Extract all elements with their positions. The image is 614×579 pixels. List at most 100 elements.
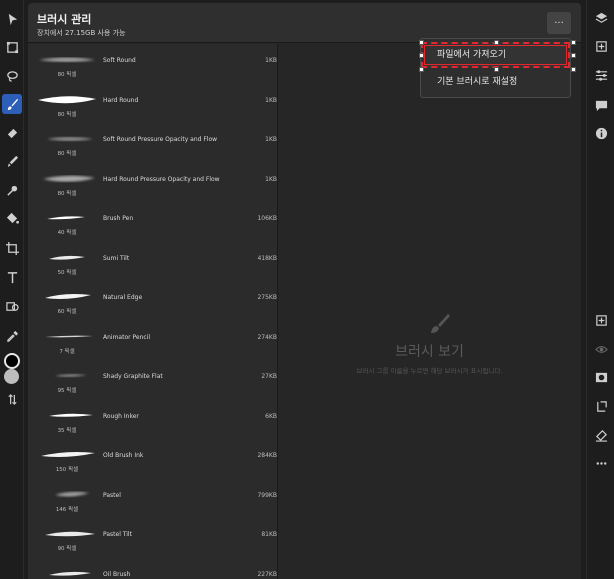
lasso-tool-icon[interactable]: [2, 66, 22, 86]
brush-file-size: 418KB: [257, 254, 277, 262]
comments-icon[interactable]: [592, 96, 610, 114]
brush-file-size: 106KB: [257, 215, 277, 222]
brush-stroke-preview: [49, 571, 91, 576]
selection-handle: [419, 53, 424, 58]
brush-size-px: 7 픽셀: [59, 348, 75, 355]
text-tool-icon[interactable]: [2, 267, 22, 287]
brush-list-item[interactable]: 50 픽셀 Sumi Tilt 418KB: [28, 244, 277, 284]
brush-file-size: 227KB: [257, 570, 277, 578]
selection-handle: [494, 40, 499, 45]
brush-file-size: 1KB: [265, 175, 277, 183]
brush-size-px: 40 픽셀: [57, 230, 77, 236]
info-icon[interactable]: [592, 124, 610, 142]
fill-tool-icon[interactable]: [2, 208, 22, 228]
brush-size-px: 146 픽셀: [55, 506, 79, 513]
brush-file-size: 27KB: [261, 373, 277, 380]
brush-file-size: 1KB: [265, 57, 277, 64]
brush-size-px: 35 픽셀: [57, 427, 77, 434]
brush-preview-area: 브러시 보기 브러시 그룹 이름을 누르면 해당 브러시가 표시됩니다.: [278, 44, 581, 579]
shape-tool-icon[interactable]: [2, 296, 22, 316]
brush-list-item[interactable]: Oil Brush 227KB: [28, 560, 277, 579]
adjustments-icon[interactable]: [592, 66, 610, 84]
brush-list-item[interactable]: 35 픽셀 Rough Inker 6KB: [28, 402, 277, 442]
brush-name: Animator Pencil: [103, 333, 151, 341]
brush-file-size: 6KB: [265, 412, 277, 420]
brush-file-size: 81KB: [261, 531, 277, 538]
brush-name: Soft Round Pressure Opacity and Flow: [103, 136, 218, 143]
brush-file-size: 799KB: [257, 491, 277, 499]
brush-stroke-preview: [41, 452, 95, 457]
brush-name: Brush Pen: [103, 215, 134, 222]
brush-stroke-preview: [55, 491, 89, 497]
brush-list-item[interactable]: 80 픽셀 Hard Round Pressure Opacity and Flo…: [28, 165, 277, 205]
brush-list-item[interactable]: 80 픽셀 Hard Round 1KB: [28, 86, 277, 126]
selection-handle: [571, 40, 576, 45]
brush-stroke-preview: [39, 57, 95, 62]
brush-list-item[interactable]: 95 픽셀 Shady Graphite Flat 27KB: [28, 362, 277, 402]
eraser-tool-icon[interactable]: [2, 123, 22, 143]
brush-size-px: 80 픽셀: [57, 72, 77, 78]
more-options-button[interactable]: ···: [547, 12, 571, 34]
brush-name: Pastel Tilt: [103, 531, 132, 538]
brush-stroke-preview: [49, 255, 85, 260]
brush-name: Hard Round Pressure Opacity and Flow: [103, 175, 220, 183]
liquify-tool-icon[interactable]: [2, 180, 22, 200]
brush-stroke-preview: [45, 531, 95, 537]
clip-layer-icon[interactable]: [592, 397, 610, 415]
brush-file-size: 284KB: [257, 452, 277, 459]
panel-title: 브러시 관리: [37, 13, 92, 26]
brush-list: 80 픽셀 Soft Round 1KB 80 픽셀 Hard Round 1KB 80 픽…: [28, 44, 277, 579]
brush-stroke-preview: [43, 175, 95, 182]
brush-list-item[interactable]: 60 픽셀 Natural Edge 275KB: [28, 283, 277, 323]
brush-list-item[interactable]: 80 픽셀 Soft Round Pressure Opacity and Flo…: [28, 125, 277, 165]
brush-file-size: 1KB: [265, 136, 277, 143]
brush-size-px: 60 픽셀: [57, 309, 77, 315]
menu-item-import-from-file[interactable]: 파일에서 가져오기: [421, 42, 570, 68]
brush-list-item[interactable]: 90 픽셀 Pastel Tilt 81KB: [28, 520, 277, 560]
selection-handle: [571, 53, 576, 58]
more-options-icon[interactable]: [592, 454, 610, 472]
brush-stroke-preview: [47, 137, 93, 141]
brush-stroke-preview: [49, 413, 93, 417]
brush-name: Rough Inker: [103, 412, 139, 420]
background-color-swatch[interactable]: [4, 369, 19, 384]
smudge-tool-icon[interactable]: [2, 151, 22, 171]
select-tool-icon[interactable]: [2, 9, 22, 29]
brush-file-size: 274KB: [257, 333, 277, 341]
panel-header: 브러시 관리 장치에서 27.15GB 사용 가능 ···: [28, 3, 581, 43]
brush-tool-icon[interactable]: [2, 94, 22, 114]
empty-state-title: 브러시 보기: [395, 344, 464, 360]
foreground-color-swatch[interactable]: [4, 353, 20, 369]
visibility-icon[interactable]: [592, 340, 610, 358]
brush-name: Soft Round: [103, 57, 136, 64]
eyedropper-tool-icon[interactable]: [2, 326, 22, 346]
brush-list-item[interactable]: 146 픽셀 Pastel 799KB: [28, 481, 277, 521]
brush-name: Sumi Tilt: [103, 254, 130, 262]
selection-handle: [494, 67, 499, 72]
add-layer-icon[interactable]: [592, 37, 610, 55]
empty-state-description: 브러시 그룹 이름을 누르면 해당 브러시가 표시됩니다.: [356, 367, 503, 375]
new-layer-icon[interactable]: [592, 311, 610, 329]
brush-icon: [431, 314, 450, 333]
brush-list-item[interactable]: 7 픽셀 Animator Pencil 274KB: [28, 323, 277, 363]
transform-tool-icon[interactable]: [2, 37, 22, 57]
brush-list-item[interactable]: 40 픽셀 Brush Pen 106KB: [28, 204, 277, 244]
swap-colors-icon[interactable]: [2, 389, 22, 409]
brush-stroke-preview: [38, 95, 96, 103]
menu-item-reset-default-brushes[interactable]: 기본 브러시로 재설정: [421, 69, 570, 95]
brush-name: Hard Round: [103, 96, 139, 104]
brush-size-px: 50 픽셀: [57, 269, 77, 276]
brush-size-px: 95 픽셀: [57, 388, 77, 394]
selection-handle: [419, 67, 424, 72]
layers-icon[interactable]: [592, 9, 610, 27]
brush-stroke-preview: [47, 216, 85, 220]
brush-list-item[interactable]: 150 픽셀 Old Brush Ink 284KB: [28, 441, 277, 481]
brush-size-px: 80 픽셀: [57, 190, 77, 197]
brush-stroke-preview: [45, 294, 91, 299]
eraser-layer-icon[interactable]: [592, 426, 610, 444]
crop-tool-icon[interactable]: [2, 238, 22, 258]
brush-stroke-preview: [55, 374, 87, 377]
brush-list-item[interactable]: 80 픽셀 Soft Round 1KB: [28, 46, 277, 86]
brush-file-size: 1KB: [265, 96, 277, 104]
mask-icon[interactable]: [592, 368, 610, 386]
